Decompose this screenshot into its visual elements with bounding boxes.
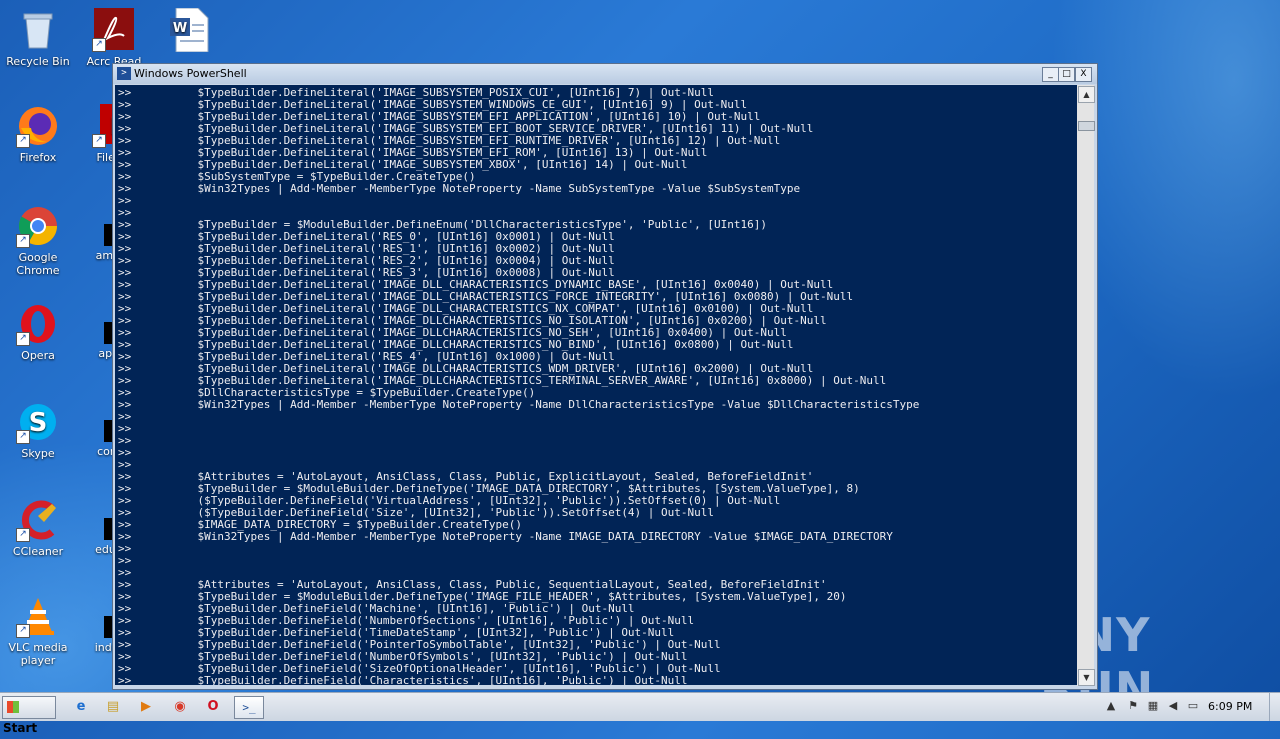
- desktop-icon-label: Opera: [21, 349, 55, 362]
- desktop-icon-skype[interactable]: S ↗ Skype: [0, 400, 76, 460]
- desktop-icon-label: Google Chrome: [16, 251, 60, 277]
- shortcut-arrow-icon: ↗: [16, 234, 30, 248]
- acrobat-reader-icon: ↗: [92, 8, 136, 52]
- desktop-icon-label: CCleaner: [12, 545, 64, 558]
- shortcut-arrow-icon: ↗: [16, 528, 30, 542]
- desktop-icon-label: Firefox: [19, 151, 57, 164]
- powershell-window[interactable]: > Windows PowerShell _ □ X >> $TypeBuild…: [112, 63, 1098, 690]
- desktop-icon-ccleaner[interactable]: ↗ CCleaner: [0, 498, 76, 558]
- skype-icon: S ↗: [16, 400, 60, 444]
- console-text: >> $TypeBuilder.DefineLiteral('IMAGE_SUB…: [115, 85, 1077, 686]
- console-line: >> $TypeBuilder.DefineField('Characteris…: [118, 674, 688, 686]
- taskbar: Start e ▤ ▶ ◉ O >_ ▲ ⚑ ▦ ◀ ▭ 6:09 PM: [0, 692, 1280, 735]
- system-tray: ▲ ⚑ ▦ ◀ ▭: [1100, 693, 1280, 721]
- desktop-icon-vlc[interactable]: ↗ VLC media player: [0, 594, 76, 667]
- powershell-icon: >: [117, 67, 131, 80]
- scroll-up-icon[interactable]: ▲: [1078, 86, 1095, 103]
- ie-icon[interactable]: e: [68, 696, 94, 717]
- ccleaner-icon: ↗: [16, 498, 60, 542]
- scroll-down-icon[interactable]: ▼: [1078, 669, 1095, 686]
- shortcut-arrow-icon: ↗: [16, 332, 30, 346]
- vlc-icon: ↗: [16, 594, 60, 638]
- chrome-icon: ↗: [16, 204, 60, 248]
- firefox-icon: ↗: [16, 104, 60, 148]
- chrome-icon[interactable]: ◉: [167, 696, 193, 717]
- windows-logo-icon: [7, 701, 19, 713]
- desktop-icon-label: VLC media player: [8, 641, 68, 667]
- console-line: >> $Win32Types | Add-Member -MemberType …: [118, 182, 801, 195]
- action-center-icon[interactable]: ⚑: [1126, 699, 1140, 713]
- close-button[interactable]: X: [1075, 67, 1092, 82]
- desktop-icon-word-document[interactable]: W: [150, 7, 226, 55]
- window-title: Windows PowerShell: [134, 67, 247, 80]
- scroll-thumb[interactable]: [1078, 121, 1095, 131]
- maximize-button[interactable]: □: [1058, 67, 1075, 82]
- tray-expand-icon[interactable]: ▲: [1104, 699, 1118, 713]
- power-icon[interactable]: ▭: [1186, 699, 1200, 713]
- desktop-icon-recycle-bin[interactable]: Recycle Bin: [0, 8, 76, 68]
- desktop-icon-firefox[interactable]: ↗ Firefox: [0, 104, 76, 164]
- word-document-icon: W: [166, 7, 210, 53]
- volume-icon[interactable]: ◀: [1166, 699, 1180, 713]
- shortcut-arrow-icon: ↗: [92, 134, 106, 148]
- minimize-button[interactable]: _: [1042, 67, 1059, 82]
- network-icon[interactable]: ▦: [1146, 699, 1160, 713]
- shortcut-arrow-icon: ↗: [16, 430, 30, 444]
- media-player-icon[interactable]: ▶: [133, 696, 159, 717]
- console-output[interactable]: >> $TypeBuilder.DefineLiteral('IMAGE_SUB…: [115, 85, 1077, 685]
- desktop-icon-opera[interactable]: ↗ Opera: [0, 302, 76, 362]
- window-titlebar[interactable]: > Windows PowerShell _ □ X: [113, 64, 1097, 84]
- opera-icon: ↗: [16, 302, 60, 346]
- explorer-folder-icon[interactable]: ▤: [100, 696, 126, 717]
- opera-icon[interactable]: O: [200, 696, 226, 717]
- svg-text:W: W: [173, 21, 187, 36]
- desktop-icon-label: Recycle Bin: [6, 55, 70, 68]
- start-label: Start: [3, 721, 38, 735]
- show-desktop-button[interactable]: [1269, 693, 1280, 721]
- console-line: >> $Win32Types | Add-Member -MemberType …: [118, 530, 893, 543]
- recycle-bin-icon: [16, 8, 60, 52]
- desktop-icon-acrobat-reader[interactable]: ↗ Acrc Read: [76, 8, 152, 68]
- shortcut-arrow-icon: ↗: [92, 38, 106, 52]
- shortcut-arrow-icon: ↗: [16, 624, 30, 638]
- shortcut-arrow-icon: ↗: [16, 134, 30, 148]
- desktop-icon-label: Skype: [21, 447, 55, 460]
- powershell-icon[interactable]: >_: [234, 696, 264, 719]
- start-button[interactable]: Start: [2, 696, 56, 735]
- svg-text:S: S: [29, 408, 48, 438]
- desktop-icon-google-chrome[interactable]: ↗ Google Chrome: [0, 204, 76, 277]
- clock[interactable]: 6:09 PM: [1208, 700, 1252, 713]
- vertical-scrollbar[interactable]: ▲ ▼: [1077, 85, 1095, 686]
- console-line: >> $Win32Types | Add-Member -MemberType …: [118, 398, 920, 411]
